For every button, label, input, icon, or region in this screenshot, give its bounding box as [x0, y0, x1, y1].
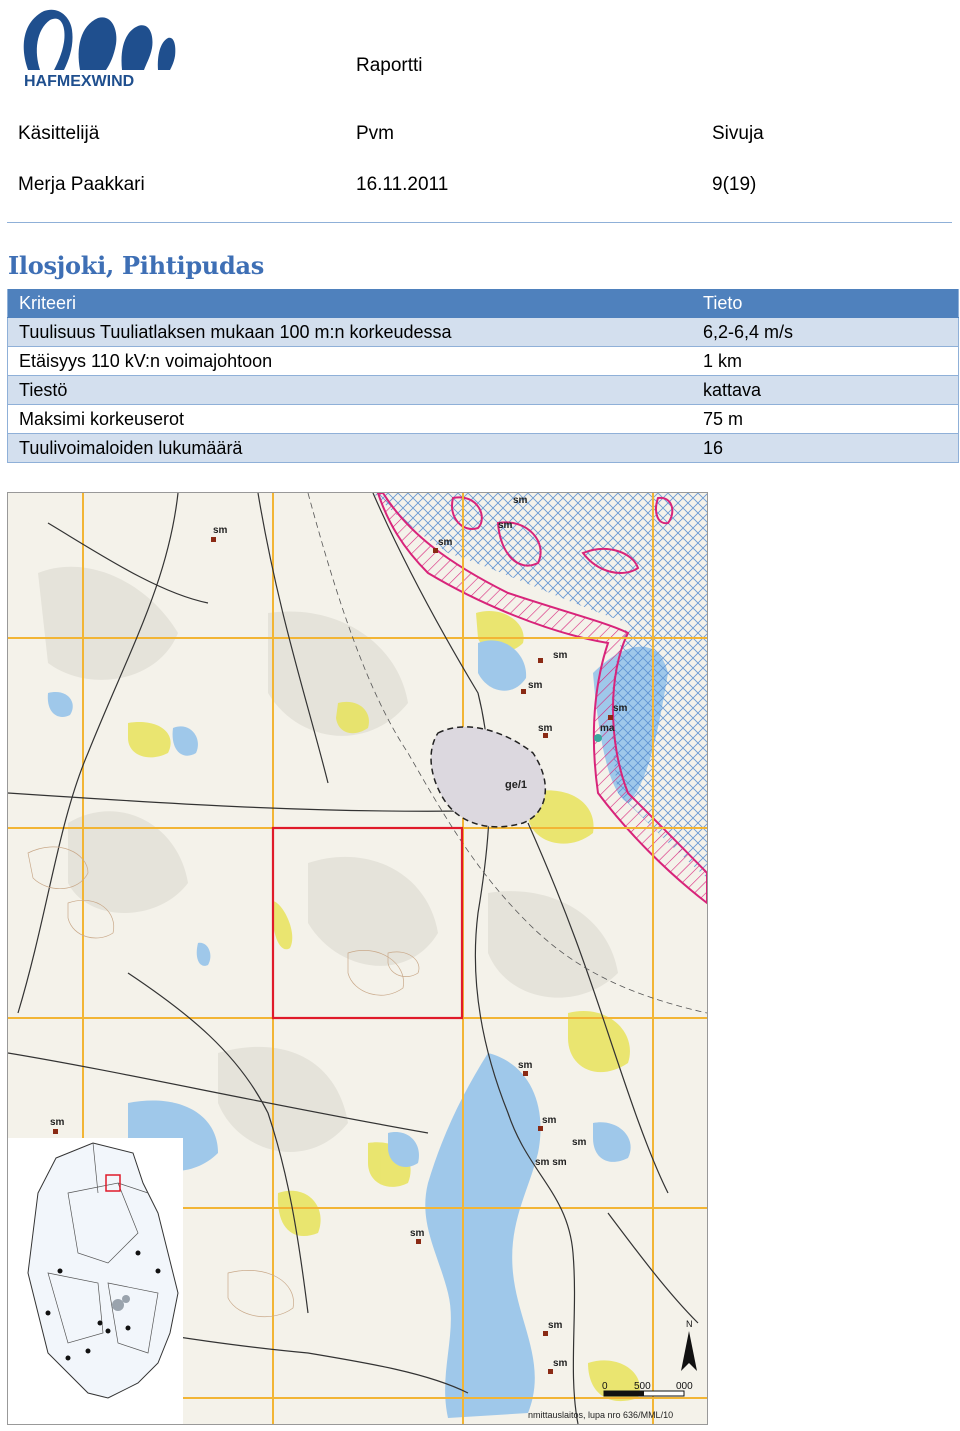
sm-label: sm	[553, 650, 568, 661]
sm-label: sm	[613, 703, 628, 714]
sm-label: sm	[498, 520, 513, 531]
criterion-cell: Tuulivoimaloiden lukumäärä	[7, 433, 703, 463]
sm-label: sm	[528, 680, 543, 691]
value-cell: kattava	[703, 375, 959, 405]
criterion-cell: Maksimi korkeuserot	[7, 404, 703, 434]
table-header-row: Kriteeri Tieto	[7, 289, 959, 318]
value-cell: 16	[703, 433, 959, 463]
table-row: Tuulivoimaloiden lukumäärä 16	[7, 433, 959, 463]
sm-label: sm	[553, 1358, 568, 1369]
pages-value: 9(19)	[712, 174, 757, 195]
value-cell: 1 km	[703, 346, 959, 376]
scale-mid: 500	[634, 1381, 651, 1392]
handler-label: Käsittelijä	[18, 123, 100, 144]
value-cell: 6,2-6,4 m/s	[703, 317, 959, 347]
date-value: 16.11.2011	[356, 174, 449, 195]
sight-marker-icon	[594, 734, 602, 742]
table-row: Tiestö kattava	[7, 375, 959, 405]
locator-inset	[8, 1138, 183, 1424]
sm-label: sm	[572, 1137, 587, 1148]
sm-label: sm	[538, 723, 553, 734]
sm-label: sm	[438, 537, 453, 548]
sm-sm-label: sm sm	[535, 1157, 567, 1168]
pages-label: Sivuja	[712, 123, 764, 144]
column-header-criteria: Kriteeri	[7, 289, 703, 318]
table-row: Etäisyys 110 kV:n voimajohtoon 1 km	[7, 346, 959, 376]
header-divider	[7, 222, 952, 223]
sm-label: sm	[213, 525, 228, 536]
sm-label: sm	[513, 495, 528, 506]
date-label: Pvm	[356, 123, 394, 144]
value-cell: 75 m	[703, 404, 959, 434]
table-row: Tuulisuus Tuuliatlaksen mukaan 100 m:n k…	[7, 317, 959, 347]
scale-end: 000	[676, 1381, 693, 1392]
table-row: Maksimi korkeuserot 75 m	[7, 404, 959, 434]
hafmexwind-logo: HAFMEXWIND	[23, 9, 176, 90]
report-label: Raportti	[356, 55, 423, 76]
sm-label: sm	[548, 1320, 563, 1331]
column-header-value: Tieto	[703, 289, 959, 318]
criterion-cell: Etäisyys 110 kV:n voimajohtoon	[7, 346, 703, 376]
extraction-label: ge/1	[505, 779, 527, 791]
logo-wordmark: HAFMEXWIND	[24, 73, 134, 90]
sm-label: sm	[542, 1115, 557, 1126]
ma-label: ma	[600, 723, 615, 734]
sm-label: sm	[410, 1228, 425, 1239]
scale-zero: 0	[602, 1381, 608, 1392]
north-label: N	[686, 1319, 693, 1329]
criterion-cell: Tiestö	[7, 375, 703, 405]
sm-label: sm	[518, 1060, 533, 1071]
criteria-table: Kriteeri Tieto Tuulisuus Tuuliatlaksen m…	[7, 289, 959, 463]
topographic-map: ge/1 sm sm sm sm sm sm sm sm ma sm sm sm…	[8, 493, 707, 1424]
handler-value: Merja Paakkari	[18, 174, 145, 195]
site-title: Ilosjoki, Pihtipudas	[8, 251, 264, 280]
site-map: ge/1 sm sm sm sm sm sm sm sm ma sm sm sm…	[7, 492, 708, 1425]
criterion-cell: Tuulisuus Tuuliatlaksen mukaan 100 m:n k…	[7, 317, 703, 347]
map-credit: nmittauslaitos, lupa nro 636/MML/10	[528, 1410, 673, 1420]
sm-label: sm	[50, 1117, 65, 1128]
